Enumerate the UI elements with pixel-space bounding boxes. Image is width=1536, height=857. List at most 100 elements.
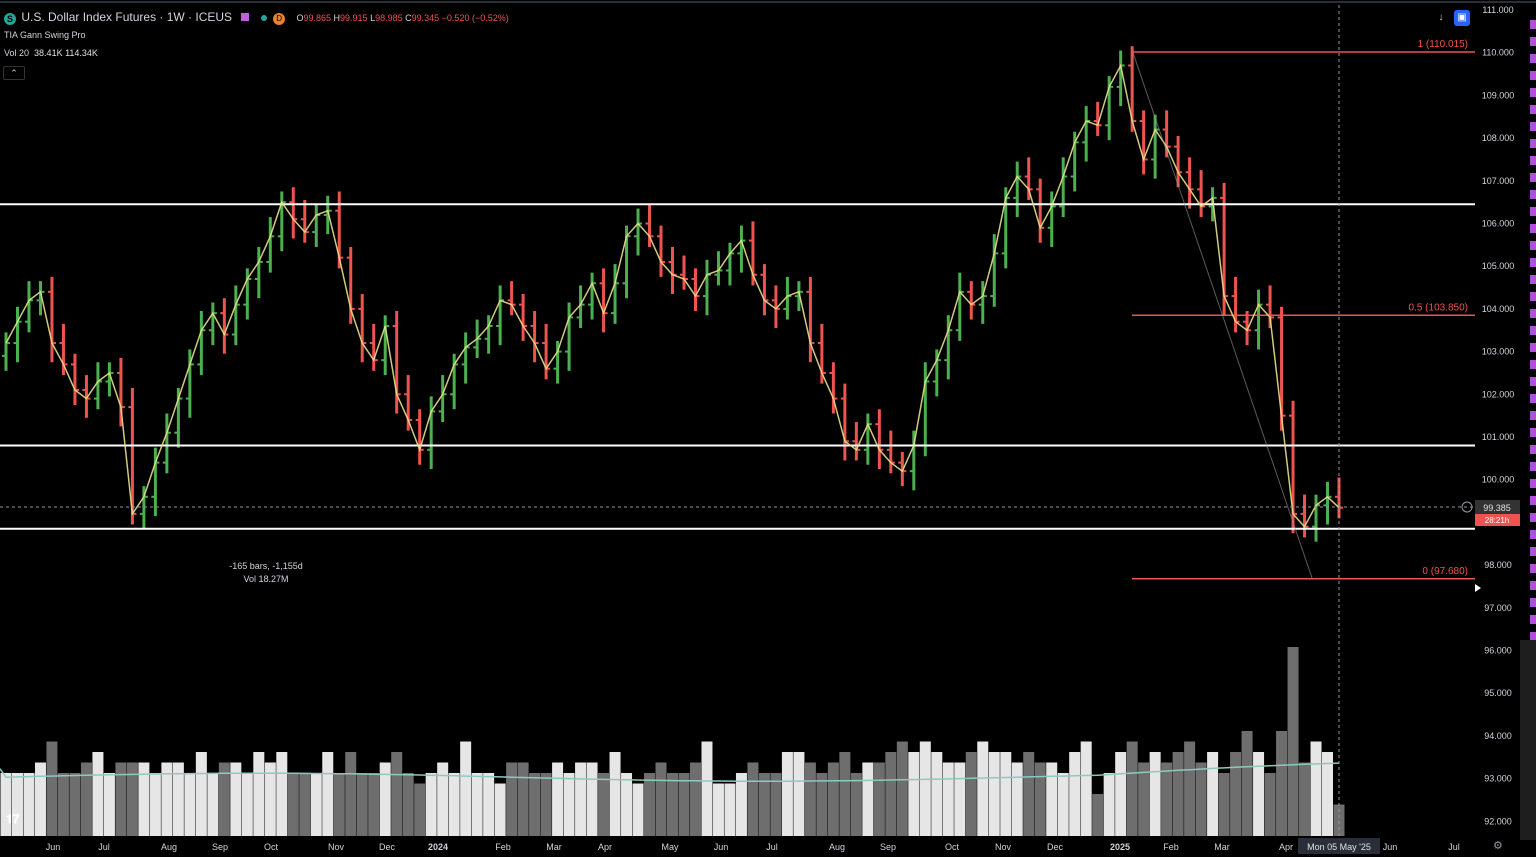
volume-bar [850,773,862,836]
volume-bar [414,783,426,836]
volume-bar [781,752,793,836]
x-tick-label: Mar [546,842,562,852]
x-tick-label: Aug [829,842,845,852]
volume-bar [460,741,472,836]
ohlc-values: O99.865 H99.915 L98.985 C99.345 −0.520 (… [296,13,509,23]
volume-bar [529,773,541,836]
edge-marker [1530,615,1536,624]
edge-marker [1530,377,1536,386]
edge-marker [1530,394,1536,403]
x-tick-label: Jul [766,842,778,852]
volume-bar [770,773,782,836]
volume-bar [689,762,701,836]
volume-bar [954,762,966,836]
price-chart[interactable]: 1 (110.015) 0.5 (103.850) 0 (97.680) 111.0… [0,0,1536,857]
edge-marker [1530,292,1536,301]
x-tick-label: Oct [945,842,960,852]
volume-bar [391,752,403,836]
edge-marker [1530,598,1536,607]
volume-bar [862,762,874,836]
volume-bar [1149,752,1161,836]
volume-bar [1230,752,1242,836]
y-tick-label: 95.000 [1484,688,1512,698]
snapshot-button[interactable]: ▣ [1454,10,1470,26]
volume-bar [287,773,299,836]
edge-marker [1530,428,1536,437]
y-tick-label: 107.000 [1482,176,1515,186]
volume-bar [437,762,449,836]
collapse-legend-button[interactable]: ⌃ [3,66,25,80]
y-tick-label: 105.000 [1482,261,1515,271]
volume-bar [299,773,311,836]
x-tick-label: Sep [880,842,896,852]
open-value: 99.865 [303,13,331,23]
y-tick-label: 108.000 [1482,133,1515,143]
volume-bar [1276,731,1288,836]
volume-bar [977,741,989,836]
y-tick-label: 102.000 [1482,389,1515,399]
symbol-title[interactable]: U.S. Dollar Index Futures · 1W · ICEUS [21,10,232,24]
volume-bar [322,752,334,836]
volume-bar [1080,741,1092,836]
x-tick-label: Jul [1448,842,1460,852]
volume-bar [678,773,690,836]
edge-marker [1530,513,1536,522]
volume-bar [563,773,575,836]
volume-bar [92,752,104,836]
edge-marker [1530,479,1536,488]
crosshair-date: Mon 05 May '25 [1307,842,1371,852]
x-tick-label: Jul [98,842,110,852]
volume-values: 38.41K 114.34K [34,48,98,58]
fib-level-label: 0 (97.680) [1422,566,1468,577]
volume-bar [34,762,46,836]
volume-bar [586,762,598,836]
volume-bar [207,773,219,836]
volume-bar [540,773,552,836]
low-value: 98.985 [375,13,403,23]
volume-bar [1207,752,1219,836]
x-tick-label: Nov [328,842,345,852]
y-tick-label: 100.000 [1482,475,1515,485]
edge-marker [1530,343,1536,352]
x-tick-label: 2024 [428,842,448,852]
volume-bar [1195,762,1207,836]
edge-marker [1530,530,1536,539]
volume-bar [1253,752,1265,836]
volume-bar [908,752,920,836]
tradingview-logo-icon[interactable]: 𝟏𝟕 [6,812,32,828]
volume-bar [758,773,770,836]
volume-bar [988,752,1000,836]
volume-bar [724,783,736,836]
volume-bar [1103,773,1115,836]
volume-bar [345,752,357,836]
settings-gear-icon[interactable]: ⚙ [1493,839,1503,852]
volume-legend[interactable]: Vol 20 38.41K 114.34K [4,48,98,58]
edge-marker [1530,20,1536,29]
volume-bar [885,752,897,836]
edge-marker [1530,275,1536,284]
countdown-value: 28:21h [1485,516,1509,525]
volume-bar [644,773,656,836]
x-tick-label: Feb [495,842,511,852]
volume-bar [1092,794,1104,836]
volume-bar [839,752,851,836]
x-tick-label: May [661,842,679,852]
volume-bar [448,773,460,836]
indicator-legend[interactable]: TIA Gann Swing Pro [4,30,86,40]
volume-bar [1322,752,1334,836]
volume-bar [471,773,483,836]
edge-marker [1530,207,1536,216]
volume-bar [517,762,529,836]
volume-bar [1218,773,1230,836]
download-button[interactable]: ↓ [1433,10,1449,26]
volume-bar [747,762,759,836]
volume-bar [184,773,196,836]
volume-bar [712,783,724,836]
y-tick-label: 96.000 [1484,646,1512,656]
volume-bar [310,773,322,836]
y-tick-label: 97.000 [1484,603,1512,613]
y-tick-label: 110.000 [1482,48,1514,58]
volume-bar [1000,752,1012,836]
edge-marker [1530,139,1536,148]
right-edge-markers [1530,20,1536,641]
